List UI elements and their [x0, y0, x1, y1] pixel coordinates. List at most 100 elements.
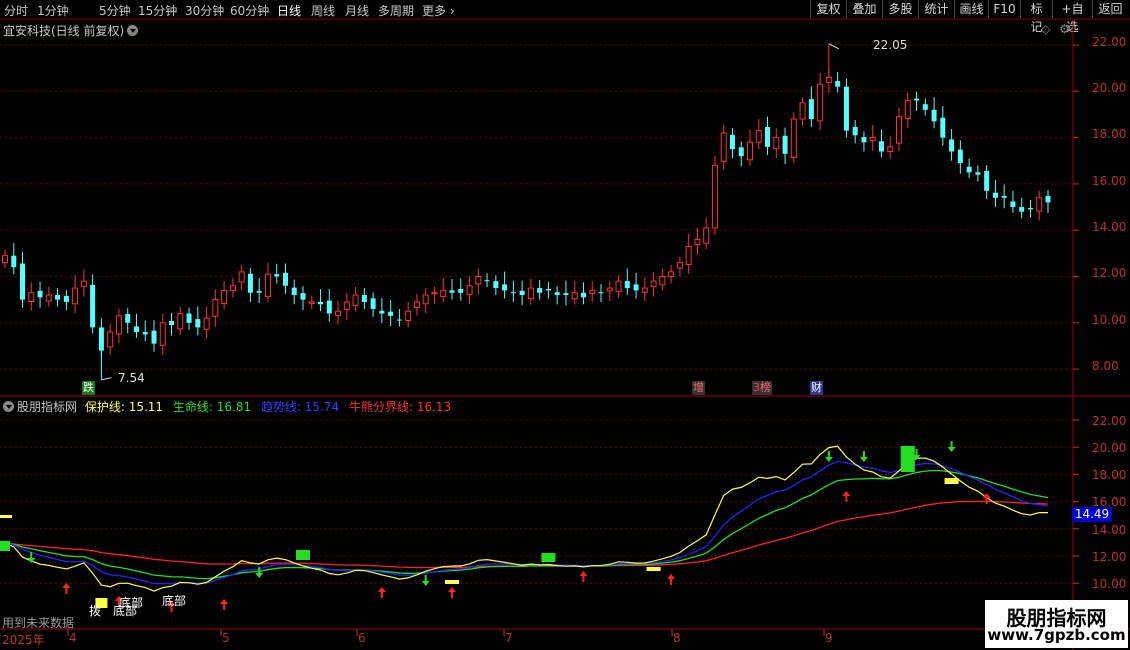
legend-shengming: 生命线: 16.81	[172, 400, 252, 414]
candle-body	[264, 273, 271, 297]
buy-arrow	[667, 574, 676, 585]
indicator-axis-label: 18.00	[1092, 468, 1127, 482]
candle-body	[931, 109, 937, 122]
diamond-icon[interactable]: ◇	[1041, 22, 1050, 36]
tag-zeng[interactable]: 增	[692, 381, 705, 395]
time-axis-month: 7	[505, 631, 513, 645]
kline-chart[interactable]	[0, 0, 1130, 650]
candle-body	[887, 146, 894, 152]
bottom-label: 底部	[113, 604, 138, 618]
time-axis-month: 8	[673, 631, 681, 645]
candle-body	[1027, 207, 1033, 210]
candle-body	[711, 164, 718, 229]
candle-body	[966, 166, 972, 173]
candle-body	[493, 281, 499, 289]
candle-body	[388, 311, 394, 316]
candle-body	[256, 290, 262, 293]
dropdown-icon[interactable]	[3, 401, 14, 412]
indicator-name[interactable]: 股朋指标网	[17, 400, 77, 414]
candle-body	[195, 319, 201, 328]
tag-die[interactable]: 跌	[82, 381, 95, 395]
candle-body	[729, 134, 735, 150]
candle-body	[142, 332, 148, 335]
candle-body	[159, 322, 166, 346]
candle-body	[177, 313, 184, 330]
candle-body	[904, 100, 911, 120]
candle-body	[80, 280, 87, 287]
candle-body	[212, 299, 219, 317]
candle-body	[28, 292, 35, 303]
high-pointer	[828, 43, 840, 50]
candle-body	[519, 290, 525, 296]
future-data-note: 用到未来数据	[2, 616, 75, 630]
candle-body	[186, 313, 192, 323]
candle-body	[379, 310, 385, 314]
settings-icon[interactable]: ⚙	[1059, 22, 1070, 36]
candle-body	[773, 137, 780, 150]
candle-body	[2, 255, 8, 264]
price-axis-label: 12.00	[1092, 266, 1127, 280]
candle-body	[615, 280, 622, 293]
candle-body	[765, 126, 771, 147]
candle-body	[449, 290, 455, 293]
candle-body	[527, 287, 534, 300]
candle-body	[1019, 207, 1025, 212]
indicator-markers	[0, 441, 991, 612]
qushi-line	[4, 460, 1049, 585]
buy-arrow	[62, 583, 71, 594]
candle-body	[326, 300, 332, 314]
candle-body	[589, 289, 596, 295]
buy-arrow	[377, 587, 386, 598]
signal-block	[445, 580, 459, 584]
candle-body	[747, 141, 753, 161]
candle-body	[466, 285, 473, 296]
candle-body	[405, 310, 412, 321]
candle-body	[475, 276, 482, 285]
candle-body	[396, 319, 402, 321]
candle-body	[641, 287, 648, 293]
candle-body	[580, 292, 586, 298]
signal-block	[944, 478, 959, 484]
signal-block	[0, 541, 10, 551]
candle-body	[247, 273, 253, 293]
buy-arrow	[982, 493, 991, 504]
candle-body	[37, 290, 43, 298]
signal-block	[900, 446, 915, 472]
indicator-axis-label: 10.00	[1092, 577, 1127, 591]
bottom-label: 拨	[89, 604, 102, 618]
buy-arrow	[448, 587, 456, 598]
grid	[0, 18, 1130, 650]
candle-body	[291, 287, 297, 296]
indicator-legend: 股朋指标网 保护线: 15.11 生命线: 16.81 趋势线: 15.74 牛…	[3, 398, 451, 415]
time-axis-month: 6	[358, 631, 366, 645]
candle-body	[370, 298, 376, 309]
tag-cai[interactable]: 财	[810, 381, 823, 395]
candle-body	[72, 287, 79, 305]
price-axis-label: 10.00	[1092, 313, 1127, 327]
tag-bang[interactable]: 3榜	[752, 381, 772, 395]
indicator-axis-label: 14.00	[1092, 523, 1127, 537]
watermark: 股朋指标网 www.7gpzb.com	[985, 600, 1128, 648]
candle-body	[878, 141, 884, 152]
candle-body	[125, 314, 131, 323]
candle-body	[914, 98, 920, 101]
sell-arrow	[859, 451, 868, 462]
price-axis-label: 18.00	[1092, 127, 1127, 141]
candle-body	[975, 172, 981, 175]
candle-body	[458, 289, 464, 293]
baohu-line	[4, 445, 1048, 592]
candle-body	[229, 285, 236, 291]
candle-body	[107, 331, 114, 348]
candle-body	[431, 292, 438, 295]
candle-body	[1010, 201, 1016, 208]
indicator-axis-label: 22.00	[1092, 414, 1127, 428]
candle-body	[563, 293, 569, 296]
candle-body	[694, 238, 701, 246]
candle-body	[90, 284, 96, 328]
candle-body	[782, 135, 788, 154]
legend-baohu: 保护线: 15.11	[84, 400, 164, 414]
candle-body	[352, 294, 359, 307]
candle-body	[650, 280, 657, 287]
legend-niuxiong: 牛熊分界线: 16.13	[348, 400, 452, 414]
candle-body	[413, 301, 420, 309]
